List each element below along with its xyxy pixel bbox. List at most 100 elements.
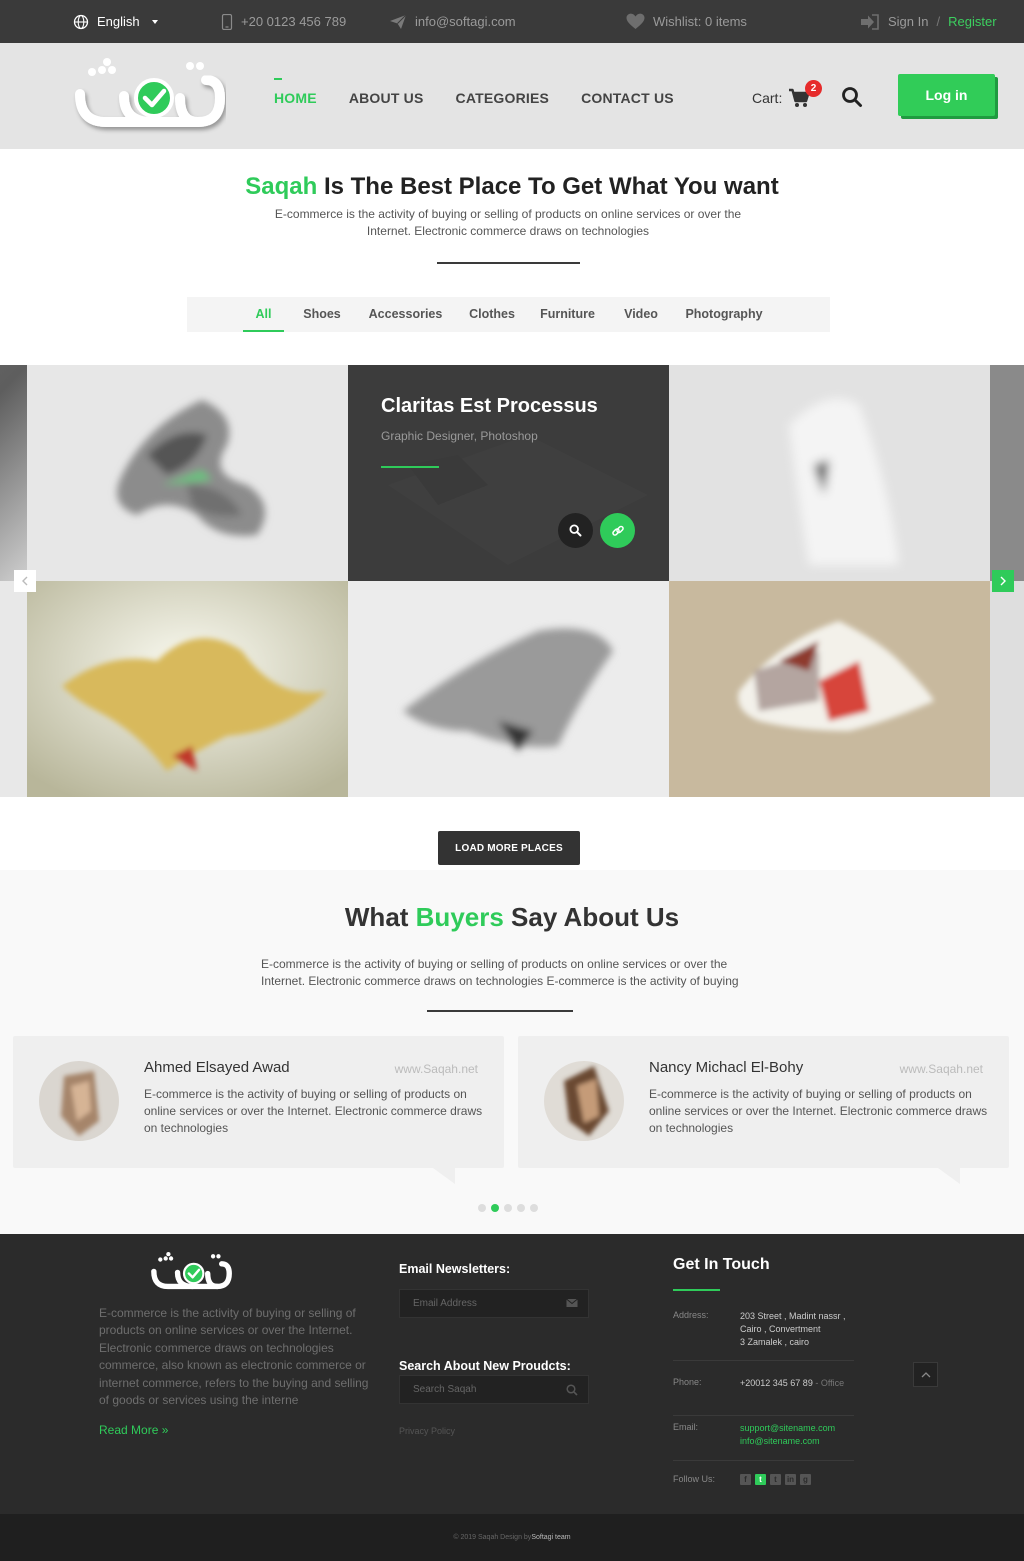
- testimonials-title-pre: What: [344, 902, 416, 932]
- gallery-item-hovered[interactable]: Claritas Est Processus Graphic Designer,…: [348, 365, 669, 581]
- pagination-dot-active[interactable]: [491, 1204, 499, 1212]
- tumblr-icon[interactable]: t: [770, 1474, 781, 1485]
- follow-us-label: Follow Us:: [673, 1474, 716, 1484]
- gallery-image: [27, 581, 348, 797]
- cart-label: Cart:: [752, 90, 783, 106]
- product-gallery: Claritas Est Processus Graphic Designer,…: [0, 365, 1024, 797]
- pagination-dot[interactable]: [517, 1204, 525, 1212]
- cart-button[interactable]: Cart: 2: [752, 80, 822, 108]
- tab-photography[interactable]: Photography: [684, 297, 764, 332]
- top-phone[interactable]: +20 0123 456 789: [221, 0, 346, 43]
- newsletter-email-input[interactable]: Email Address: [399, 1289, 589, 1318]
- tab-clothes[interactable]: Clothes: [466, 297, 518, 332]
- top-email[interactable]: info@softagi.com: [389, 0, 516, 43]
- testimonial-name: Nancy Michacl El-Bohy: [649, 1059, 804, 1076]
- tab-accessories[interactable]: Accessories: [368, 297, 443, 332]
- gallery-item-partial-left-2[interactable]: [0, 581, 27, 797]
- caret-down-icon: [151, 19, 158, 24]
- load-more-button[interactable]: LOAD MORE PLACES: [438, 831, 580, 865]
- product-search-placeholder: Search Saqah: [413, 1384, 477, 1395]
- testimonials-divider: [427, 1010, 573, 1012]
- pagination-dot[interactable]: [504, 1204, 512, 1212]
- pagination-dot[interactable]: [478, 1204, 486, 1212]
- get-in-touch-title: Get In Touch: [673, 1256, 770, 1273]
- testimonial-site: www.Saqah.net: [899, 1062, 983, 1076]
- phone-value-number: +20012 345 67 89: [740, 1378, 813, 1388]
- testimonial-site: www.Saqah.net: [394, 1062, 478, 1076]
- sign-in-link[interactable]: Sign In: [888, 14, 928, 29]
- gallery-next-arrow[interactable]: [992, 570, 1014, 592]
- address-label: Address:: [673, 1310, 709, 1320]
- newsletter-title: Email Newsletters:: [399, 1262, 511, 1276]
- product-search-input[interactable]: Search Saqah: [399, 1375, 589, 1404]
- tab-video[interactable]: Video: [619, 297, 663, 332]
- info-email-link[interactable]: info@sitename.com: [740, 1435, 835, 1448]
- gallery-item-partial-right-2[interactable]: [990, 581, 1024, 797]
- phone-number: +20 0123 456 789: [241, 14, 347, 29]
- mobile-phone-icon: [221, 13, 233, 30]
- testimonial-card-tail: [938, 1168, 960, 1184]
- tab-shoes[interactable]: Shoes: [299, 297, 345, 332]
- contact-email-row: Email: support@sitename.com info@sitenam…: [673, 1421, 854, 1461]
- address-line-3: 3 Zamalek , cairo: [740, 1337, 810, 1347]
- gallery-zoom-button[interactable]: [558, 513, 593, 548]
- chevron-right-icon: [1000, 576, 1006, 586]
- nav-home[interactable]: HOME: [274, 73, 317, 106]
- gallery-item-accent-line: [381, 466, 439, 468]
- tab-furniture[interactable]: Furniture: [538, 297, 597, 332]
- gallery-link-button[interactable]: [600, 513, 635, 548]
- gallery-image: [348, 581, 669, 797]
- contact-phone-row: Phone: +20012 345 67 89 - Office: [673, 1376, 854, 1416]
- sign-in-icon: [861, 13, 879, 30]
- intro-title-brand: Saqah: [245, 173, 318, 200]
- gallery-item[interactable]: [669, 365, 990, 581]
- site-logo[interactable]: [72, 58, 226, 136]
- header-search-button[interactable]: [841, 86, 863, 108]
- nav-about-us[interactable]: ABOUT US: [349, 73, 424, 106]
- gallery-prev-arrow[interactable]: [14, 570, 36, 592]
- nav-categories[interactable]: CATEGORIES: [456, 73, 550, 106]
- saqah-logo-mark: [75, 58, 225, 127]
- login-button[interactable]: Log in: [898, 74, 995, 116]
- footer-about-text: E-commerce is the activity of buying or …: [99, 1306, 369, 1408]
- register-link[interactable]: Register: [948, 14, 996, 29]
- gallery-item-title: Claritas Est Processus: [381, 395, 598, 417]
- facebook-icon[interactable]: f: [740, 1474, 751, 1485]
- testimonial-text: E-commerce is the activity of buying or …: [649, 1087, 988, 1135]
- gallery-item[interactable]: [27, 581, 348, 797]
- language-selector[interactable]: English: [73, 0, 162, 43]
- gallery-item[interactable]: [669, 581, 990, 797]
- google-plus-icon[interactable]: g: [800, 1474, 811, 1485]
- testimonials-subtitle: E-commerce is the activity of buying or …: [261, 957, 739, 988]
- pagination-dot[interactable]: [530, 1204, 538, 1212]
- copyright-bar: © 2019 Saqah Design by Softagi team: [0, 1514, 1024, 1561]
- read-more-link[interactable]: Read More »: [99, 1423, 168, 1437]
- linkedin-icon[interactable]: in: [785, 1474, 796, 1485]
- gallery-item[interactable]: [348, 581, 669, 797]
- avatar: [544, 1061, 624, 1141]
- footer-logo[interactable]: [142, 1252, 240, 1294]
- gallery-item[interactable]: [27, 365, 348, 581]
- chevron-left-icon: [22, 576, 28, 586]
- contact-address-row: Address: 203 Street , Madint nassr , Cai…: [673, 1308, 854, 1361]
- testimonials-section: What Buyers Say About Us E-commerce is t…: [0, 870, 1024, 1234]
- privacy-policy-link[interactable]: Privacy Policy: [399, 1426, 455, 1436]
- top-wishlist[interactable]: Wishlist: 0 items: [626, 0, 747, 43]
- twitter-icon[interactable]: t: [755, 1474, 766, 1485]
- nav-contact-us[interactable]: CONTACT US: [581, 73, 674, 106]
- support-email-link[interactable]: support@sitename.com: [740, 1422, 835, 1435]
- gallery-item-partial-left[interactable]: [0, 365, 27, 581]
- testimonial-card: Ahmed Elsayed Awad www.Saqah.net E-comme…: [13, 1036, 504, 1184]
- get-in-touch-accent-line: [673, 1289, 720, 1291]
- product-search-title: Search About New Proudcts:: [399, 1359, 571, 1373]
- gallery-item-partial-right[interactable]: [990, 365, 1024, 581]
- heart-icon: [626, 13, 645, 29]
- address-line-1: 203 Street , Madint nassr ,: [740, 1311, 846, 1321]
- link-icon: [611, 525, 624, 536]
- tab-all[interactable]: All: [243, 297, 284, 332]
- social-links: f t t in g: [740, 1474, 811, 1485]
- testimonial-text: E-commerce is the activity of buying or …: [144, 1087, 483, 1135]
- back-to-top-button[interactable]: [913, 1362, 938, 1387]
- gallery-image: [669, 581, 990, 797]
- testimonials-pagination: [478, 1204, 538, 1212]
